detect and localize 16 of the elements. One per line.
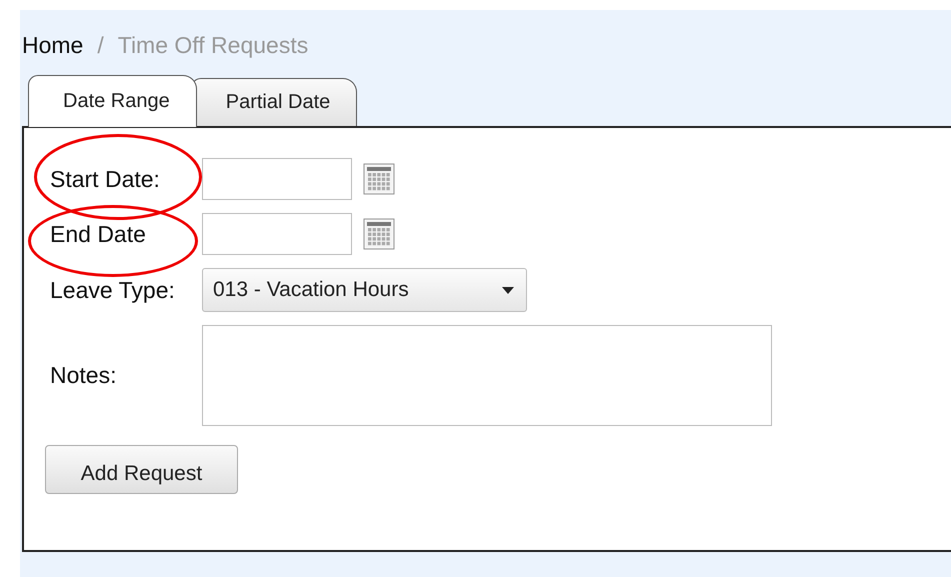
field-label: End Date <box>50 220 147 248</box>
field-label: Start Date: <box>50 166 161 192</box>
breadcrumb-item[interactable]: Home <box>22 32 84 68</box>
tab[interactable]: Date Range <box>28 75 197 127</box>
breadcrumb-separator: / <box>97 32 104 60</box>
calendar-icon[interactable] <box>363 218 395 250</box>
date-field[interactable] <box>202 158 352 200</box>
breadcrumb-item: Time Off Requests <box>118 32 308 60</box>
calendar-icon[interactable] <box>363 163 395 195</box>
field-label: Leave Type: <box>50 276 176 304</box>
add-request-button[interactable]: Add Request <box>45 445 238 494</box>
field-label: Notes: <box>50 362 118 389</box>
leave-type-dropdown[interactable]: 013 - Vacation Hours <box>202 268 527 312</box>
caret-icon <box>502 286 514 294</box>
notes-field[interactable] <box>202 325 772 426</box>
date-field[interactable] <box>202 213 352 255</box>
